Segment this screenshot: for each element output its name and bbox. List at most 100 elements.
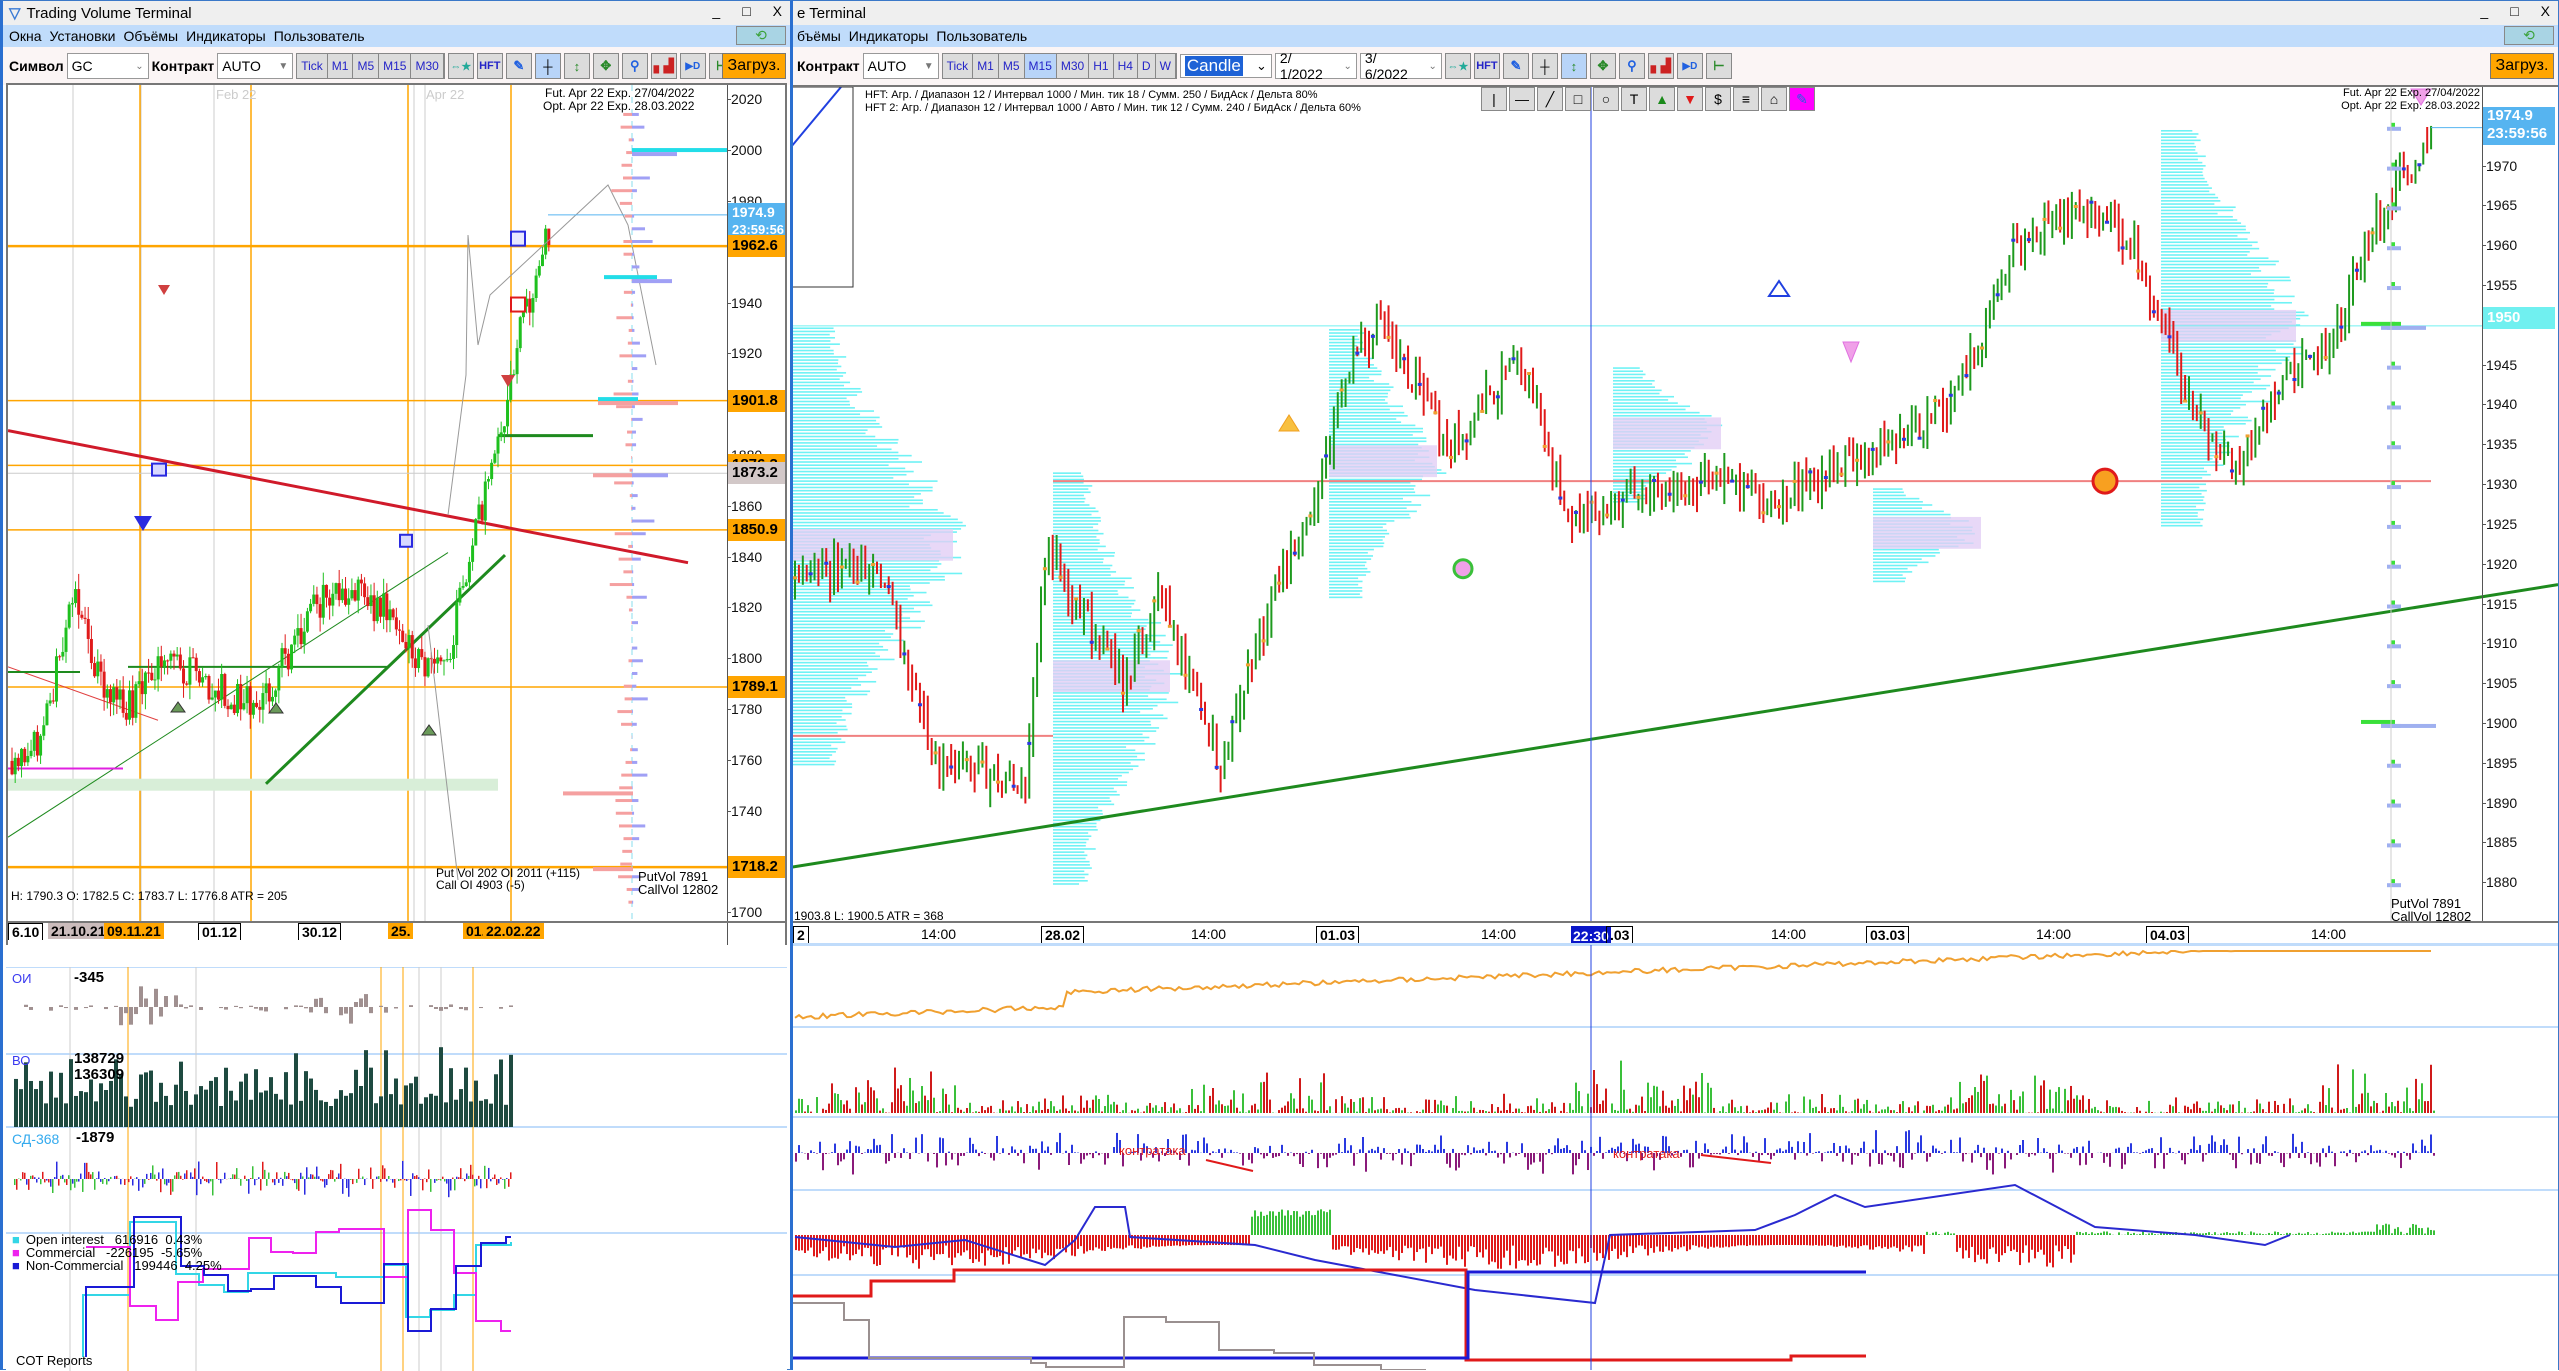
hft-button[interactable]: HFT	[1474, 53, 1500, 79]
minimize-button[interactable]: _	[712, 3, 720, 19]
timeframe-m30[interactable]: M30	[411, 54, 443, 78]
menu-item-windows[interactable]: Окна	[9, 28, 42, 44]
volume-bars-button[interactable]: ▖▟	[651, 53, 677, 79]
load-button[interactable]: Загруз.	[2490, 53, 2554, 79]
crosshair-button[interactable]: ┼	[1532, 53, 1558, 79]
time-axis[interactable]: 214:0028.0214:0001.0314:0022:30.0314:000…	[791, 921, 2558, 943]
rectangle-tool-icon[interactable]: □	[1565, 87, 1591, 111]
close-button[interactable]: X	[773, 3, 782, 19]
maximize-button[interactable]: □	[2510, 3, 2518, 19]
horizontal-line-tool-icon[interactable]: —	[1509, 87, 1535, 111]
delta-bar	[1926, 1153, 1928, 1162]
crosshair-button[interactable]: ┼	[535, 53, 561, 79]
arrow-up-tool-icon[interactable]: ▲	[1649, 87, 1675, 111]
hft-arrows-button[interactable]: ⇔★	[448, 53, 474, 79]
refresh-button[interactable]: ⟲	[2504, 26, 2554, 45]
menu-item-user[interactable]: Пользователь	[936, 28, 1027, 44]
delta-button[interactable]: ▶D	[1677, 53, 1703, 79]
chart-type-select[interactable]: Candle⌄	[1180, 54, 1272, 78]
delta-button[interactable]: ▶D	[680, 53, 706, 79]
contract-select[interactable]: AUTO▼	[217, 53, 293, 79]
refresh-button[interactable]: ⟲	[736, 26, 786, 45]
time-axis[interactable]: 6.1021.10.2109.11.2101.1230.1225.01.02.2…	[8, 921, 787, 945]
hft-button[interactable]: HFT	[477, 53, 503, 79]
menu-item-indicators[interactable]: Индикаторы	[186, 28, 266, 44]
timeframe-d[interactable]: D	[1138, 54, 1156, 78]
indicator-panes[interactable]: контратака контратака	[791, 945, 2558, 1370]
ellipse-tool-icon[interactable]: ○	[1593, 87, 1619, 111]
price-chart-pane[interactable]: Feb 22 Apr 22 Fut. Apr 22 Exp. 27/04/202…	[6, 83, 787, 945]
timeframe-tick[interactable]: Tick	[297, 54, 328, 78]
volume-bar	[1539, 1112, 1541, 1113]
timeframe-w[interactable]: W	[1156, 54, 1176, 78]
menu-item-volumes[interactable]: Объёмы	[123, 28, 178, 44]
minimize-button[interactable]: _	[2480, 3, 2488, 19]
volume-profile-bar	[791, 461, 922, 463]
fit-button[interactable]: ✥	[1590, 53, 1616, 79]
vertical-scale-button[interactable]: ↕	[564, 53, 590, 79]
timeframe-m5[interactable]: M5	[353, 54, 379, 78]
date-to-picker[interactable]: 3/ 6/2022⌄	[1360, 53, 1442, 79]
maximize-button[interactable]: □	[742, 3, 750, 19]
delta-histogram-bar	[2046, 1235, 2048, 1267]
menu-item-indicators[interactable]: Индикаторы	[849, 28, 929, 44]
volume-profile-bar	[1053, 702, 1178, 704]
vertical-line-tool-icon[interactable]: |	[1481, 87, 1507, 111]
fibo-tool-icon[interactable]: ≡	[1733, 87, 1759, 111]
delta-histogram-bar	[1206, 1235, 1208, 1245]
vertical-scale-button[interactable]: ↕	[1561, 53, 1587, 79]
timeframe-m1[interactable]: M1	[328, 54, 354, 78]
indicator-canvas[interactable]	[6, 967, 787, 1371]
eraser-tool-icon[interactable]: ⌂	[1761, 87, 1787, 111]
pencil-button[interactable]: ✎	[1503, 53, 1529, 79]
timeframe-h4[interactable]: H4	[1114, 54, 1138, 78]
oi-bar	[184, 1007, 188, 1008]
menu-item-settings[interactable]: Установки	[50, 28, 116, 44]
call-bar	[632, 291, 635, 294]
timeframe-h1[interactable]: H1	[1089, 54, 1113, 78]
hft-arrows-button[interactable]: ⇔★	[1445, 53, 1471, 79]
price-axis[interactable]: 1974.923:59:56 1950 19701965196019551945…	[2482, 87, 2558, 921]
date-from-picker[interactable]: 2/ 1/2022⌄	[1275, 53, 1357, 79]
range-button[interactable]: ⊢	[1706, 53, 1732, 79]
trend-line-tool-icon[interactable]: ╱	[1537, 87, 1563, 111]
y-tick-label: 1860	[731, 498, 762, 514]
oi-bar	[199, 1007, 203, 1010]
timeframe-tick[interactable]: Tick	[943, 54, 974, 78]
volume-profile-bar	[1329, 520, 1394, 522]
oi-bar	[314, 999, 318, 1007]
delta-bar	[1812, 1153, 1814, 1154]
arrow-down-tool-icon[interactable]: ▼	[1677, 87, 1703, 111]
option-bar	[2391, 521, 2395, 525]
pencil-button[interactable]: ✎	[506, 53, 532, 79]
text-tool-icon[interactable]: T	[1621, 87, 1647, 111]
timeframe-m30[interactable]: M30	[1057, 54, 1089, 78]
price-chart-canvas[interactable]	[791, 87, 2558, 921]
timeframe-m15[interactable]: M15	[1025, 54, 1057, 78]
symbol-select[interactable]: GC⌄	[67, 53, 149, 79]
fit-button[interactable]: ✥	[593, 53, 619, 79]
delta-histogram-bar	[1899, 1235, 1901, 1251]
timeframe-m5[interactable]: M5	[999, 54, 1025, 78]
zoom-button[interactable]: ⚲	[1619, 53, 1645, 79]
price-chart-canvas[interactable]	[8, 85, 787, 945]
candle-body	[249, 686, 252, 715]
timeframe-m1[interactable]: M1	[973, 54, 999, 78]
contract-select[interactable]: AUTO▼	[863, 53, 939, 79]
pencil-tool-icon[interactable]: ✎	[1789, 87, 1815, 111]
delta-bar	[428, 1169, 430, 1179]
menu-item-user[interactable]: Пользователь	[274, 28, 365, 44]
zoom-button[interactable]: ⚲	[622, 53, 648, 79]
close-button[interactable]: X	[2541, 3, 2550, 19]
dollar-tool-icon[interactable]: $	[1705, 87, 1731, 111]
timeframe-m15[interactable]: M15	[379, 54, 411, 78]
volume-bars-button[interactable]: ▖▟	[1648, 53, 1674, 79]
delta-histogram-bar	[2223, 1233, 2225, 1235]
load-button[interactable]: Загруз.	[722, 53, 786, 79]
candle-body	[112, 687, 115, 702]
indicator-panes[interactable]: ОИ -345 ВО 138729 136309 СД-368 -1879 ■O…	[6, 967, 787, 1371]
menu-item-volumes[interactable]: бъёмы	[797, 28, 841, 44]
candle-marker	[1168, 625, 1172, 628]
price-axis[interactable]: 2020200019801940192018801860184018201800…	[727, 85, 787, 945]
price-chart-pane[interactable]: HFT: Агр. / Диапазон 12 / Интервал 1000 …	[791, 85, 2558, 921]
